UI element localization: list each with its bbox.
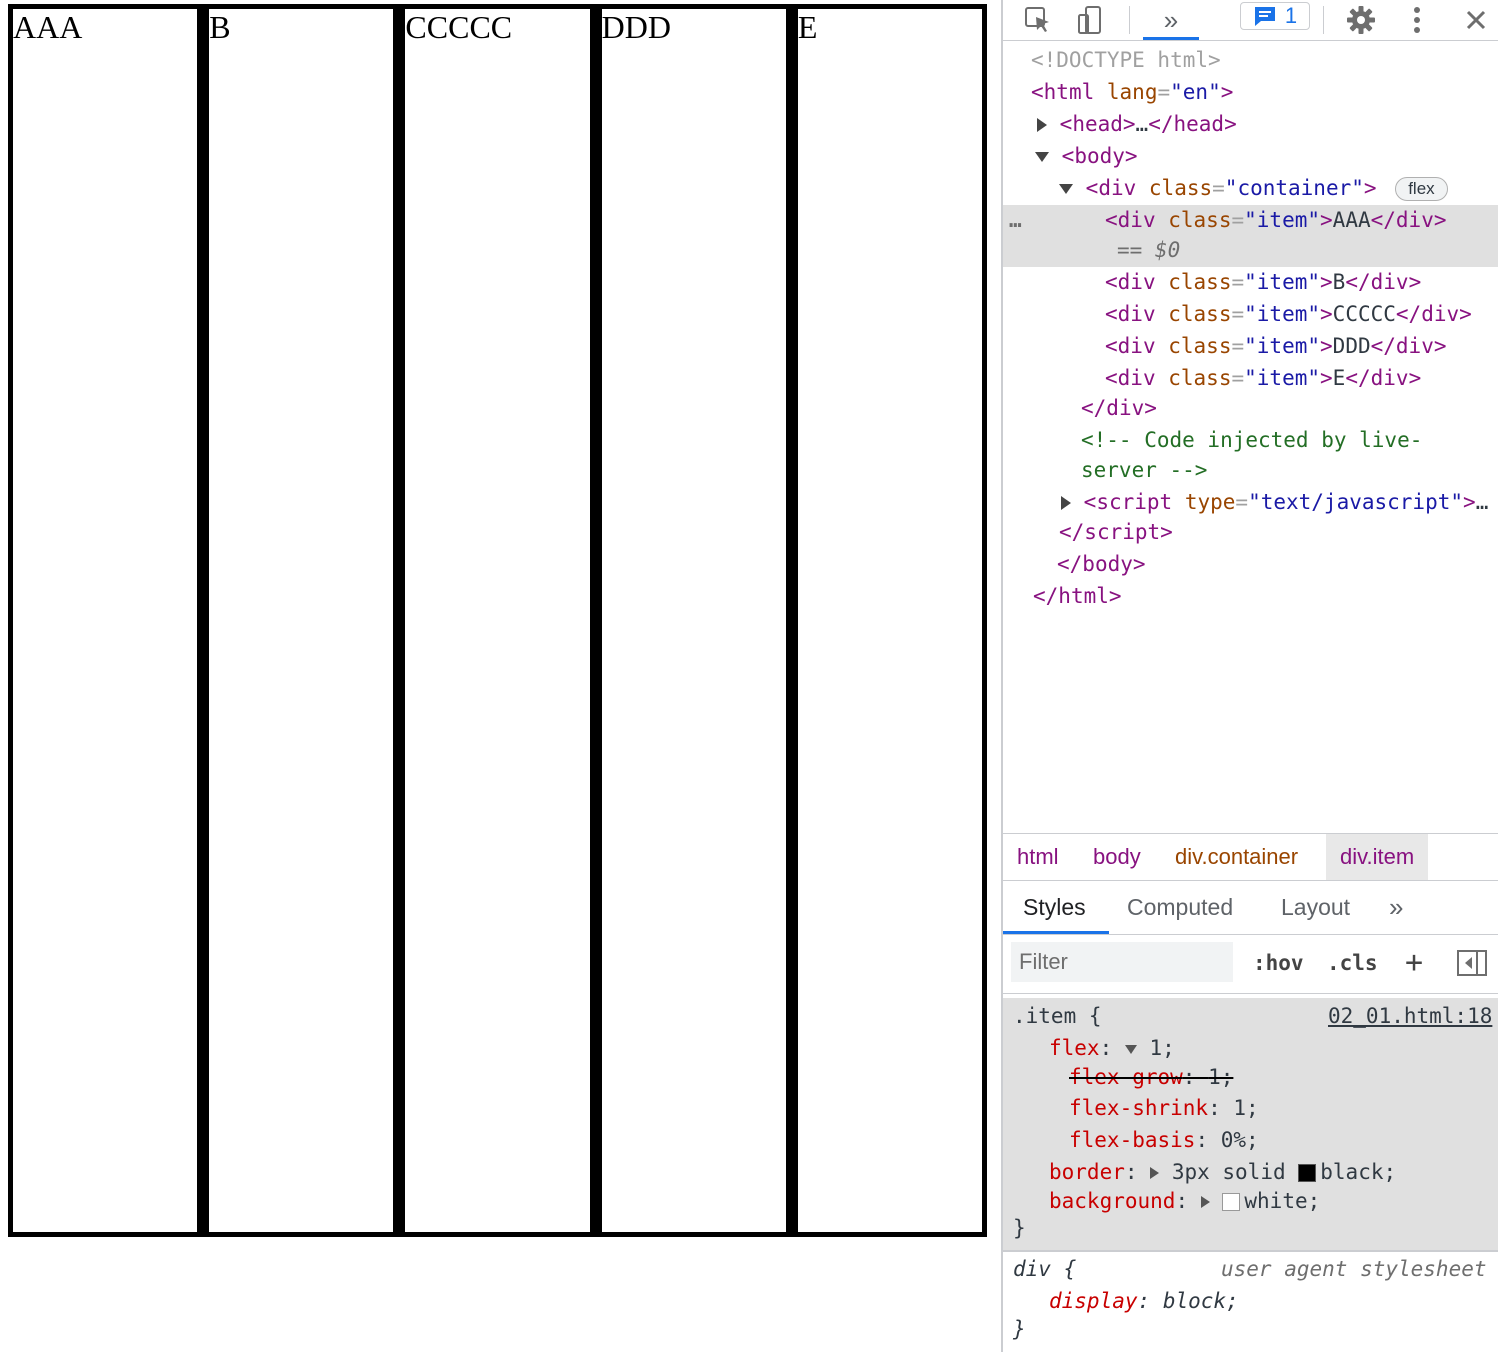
prop-flex-shrink[interactable]: flex-shrink: 1; xyxy=(1069,1093,1259,1123)
row-actions-dots[interactable]: … xyxy=(1009,204,1022,236)
hover-state-button[interactable]: :hov xyxy=(1253,945,1304,981)
dom-body-open[interactable]: <body> xyxy=(1035,140,1138,172)
dom-item-b[interactable]: <div class="item">B</div> xyxy=(1105,266,1421,298)
styles-tabs: Styles Computed Layout » xyxy=(1003,880,1498,935)
prop-background[interactable]: background: white; xyxy=(1049,1186,1320,1216)
expand-triangle-icon[interactable] xyxy=(1061,496,1071,510)
breadcrumb-html[interactable]: html xyxy=(1017,834,1059,880)
ua-rule-source: user agent stylesheet xyxy=(1221,1257,1487,1281)
selected-node-marker: == $0 xyxy=(1117,238,1181,262)
device-toolbar-icon[interactable] xyxy=(1073,0,1107,40)
dom-item-ccccc[interactable]: <div class="item">CCCCC</div> xyxy=(1105,298,1472,330)
prop-flex-basis[interactable]: flex-basis: 0%; xyxy=(1069,1125,1259,1155)
expand-shorthand-icon[interactable] xyxy=(1124,1044,1137,1054)
dom-comment-line2: server --> xyxy=(1081,458,1208,482)
dom-container-close[interactable]: </div> xyxy=(1081,392,1157,424)
active-subtab-indicator xyxy=(1003,931,1109,934)
collapse-triangle-icon[interactable] xyxy=(1059,184,1073,194)
more-tabs-button[interactable]: » xyxy=(1151,0,1191,40)
issues-counter-button[interactable]: 1 xyxy=(1240,2,1310,30)
flex-container: AAA B CCCCC DDD E xyxy=(8,4,987,1237)
expand-triangle-icon[interactable] xyxy=(1037,118,1047,132)
ua-rule-selector[interactable]: div { xyxy=(1013,1254,1076,1284)
flex-item-ccccc: CCCCC xyxy=(399,9,596,1232)
dom-html-close[interactable]: </html> xyxy=(1033,580,1122,612)
styles-filter-bar: :hov .cls + xyxy=(1003,935,1498,994)
dom-container-open[interactable]: <div class="container"> flex xyxy=(1059,172,1448,204)
dom-item-aaa[interactable]: <div class="item">AAA</div> xyxy=(1105,204,1447,236)
flex-item-b: B xyxy=(203,9,400,1232)
collapse-triangle-icon[interactable] xyxy=(1035,152,1049,162)
prop-display[interactable]: display: block; xyxy=(1049,1286,1239,1316)
close-icon[interactable] xyxy=(1461,0,1491,40)
rule-close-brace: } xyxy=(1013,1216,1026,1240)
more-subtabs-button[interactable]: » xyxy=(1389,880,1403,934)
tab-computed[interactable]: Computed xyxy=(1127,880,1233,934)
ua-rule-close-brace: } xyxy=(1013,1317,1026,1341)
elements-tree: <!DOCTYPE html> <html lang="en"> <head>…… xyxy=(1003,41,1498,831)
new-rule-button[interactable]: + xyxy=(1405,945,1423,981)
devtools-toolbar: » 1 xyxy=(1003,0,1498,41)
sidebar-toggle-icon[interactable] xyxy=(1457,943,1487,983)
flex-item-ddd: DDD xyxy=(595,9,792,1232)
breadcrumb-div-container[interactable]: div.container xyxy=(1175,834,1298,880)
dom-body-close[interactable]: </body> xyxy=(1057,548,1146,580)
dom-head[interactable]: <head>…</head> xyxy=(1037,108,1237,140)
kebab-icon[interactable] xyxy=(1405,0,1429,40)
tab-styles[interactable]: Styles xyxy=(1023,880,1086,934)
flex-item-e: E xyxy=(791,9,983,1232)
flex-badge[interactable]: flex xyxy=(1395,177,1448,201)
dom-html-open[interactable]: <html lang="en"> xyxy=(1031,76,1233,108)
expand-shorthand-icon[interactable] xyxy=(1150,1167,1160,1179)
tab-layout[interactable]: Layout xyxy=(1281,880,1350,934)
class-toggle-button[interactable]: .cls xyxy=(1327,945,1378,981)
rule-source-link[interactable]: 02_01.html:18 xyxy=(1328,1001,1492,1031)
breadcrumb: html body div.container div.item xyxy=(1003,833,1498,881)
flex-item-aaa: AAA xyxy=(13,9,204,1232)
message-icon xyxy=(1254,7,1275,26)
prop-flex[interactable]: flex: 1; xyxy=(1049,1033,1175,1063)
prop-border[interactable]: border: 3px solid black; xyxy=(1049,1157,1396,1187)
dom-item-ddd[interactable]: <div class="item">DDD</div> xyxy=(1105,330,1447,362)
filter-input[interactable] xyxy=(1011,942,1233,982)
color-swatch-white[interactable] xyxy=(1222,1193,1241,1211)
page-viewport: AAA B CCCCC DDD E xyxy=(0,0,1001,1352)
dom-comment-line1[interactable]: <!-- Code injected by live- xyxy=(1081,424,1422,456)
prop-flex-grow-overridden[interactable]: flex-grow: 1; xyxy=(1069,1062,1233,1092)
dom-item-e[interactable]: <div class="item">E</div> xyxy=(1105,362,1421,394)
dom-script-open[interactable]: <script type="text/javascript">… xyxy=(1061,486,1488,518)
devtools-panel: » 1 <!DOCTYPE html> <html lang="en"> <he… xyxy=(1001,0,1498,1352)
gear-icon[interactable] xyxy=(1343,0,1379,40)
dom-doctype[interactable]: <!DOCTYPE html> xyxy=(1031,44,1221,76)
breadcrumb-body[interactable]: body xyxy=(1093,834,1141,880)
rule-divider xyxy=(1003,1250,1498,1252)
dom-script-close: </script> xyxy=(1059,520,1173,544)
breadcrumb-div-item[interactable]: div.item xyxy=(1326,834,1429,880)
styles-pane: .item { 02_01.html:18 flex: 1; flex-grow… xyxy=(1003,998,1498,1352)
active-tab-indicator xyxy=(1143,37,1199,40)
issues-count: 1 xyxy=(1284,3,1298,28)
rule-selector[interactable]: .item { xyxy=(1013,1001,1102,1031)
color-swatch-black[interactable] xyxy=(1298,1164,1317,1182)
expand-shorthand-icon[interactable] xyxy=(1200,1196,1210,1208)
inspect-element-icon[interactable] xyxy=(1021,0,1055,40)
